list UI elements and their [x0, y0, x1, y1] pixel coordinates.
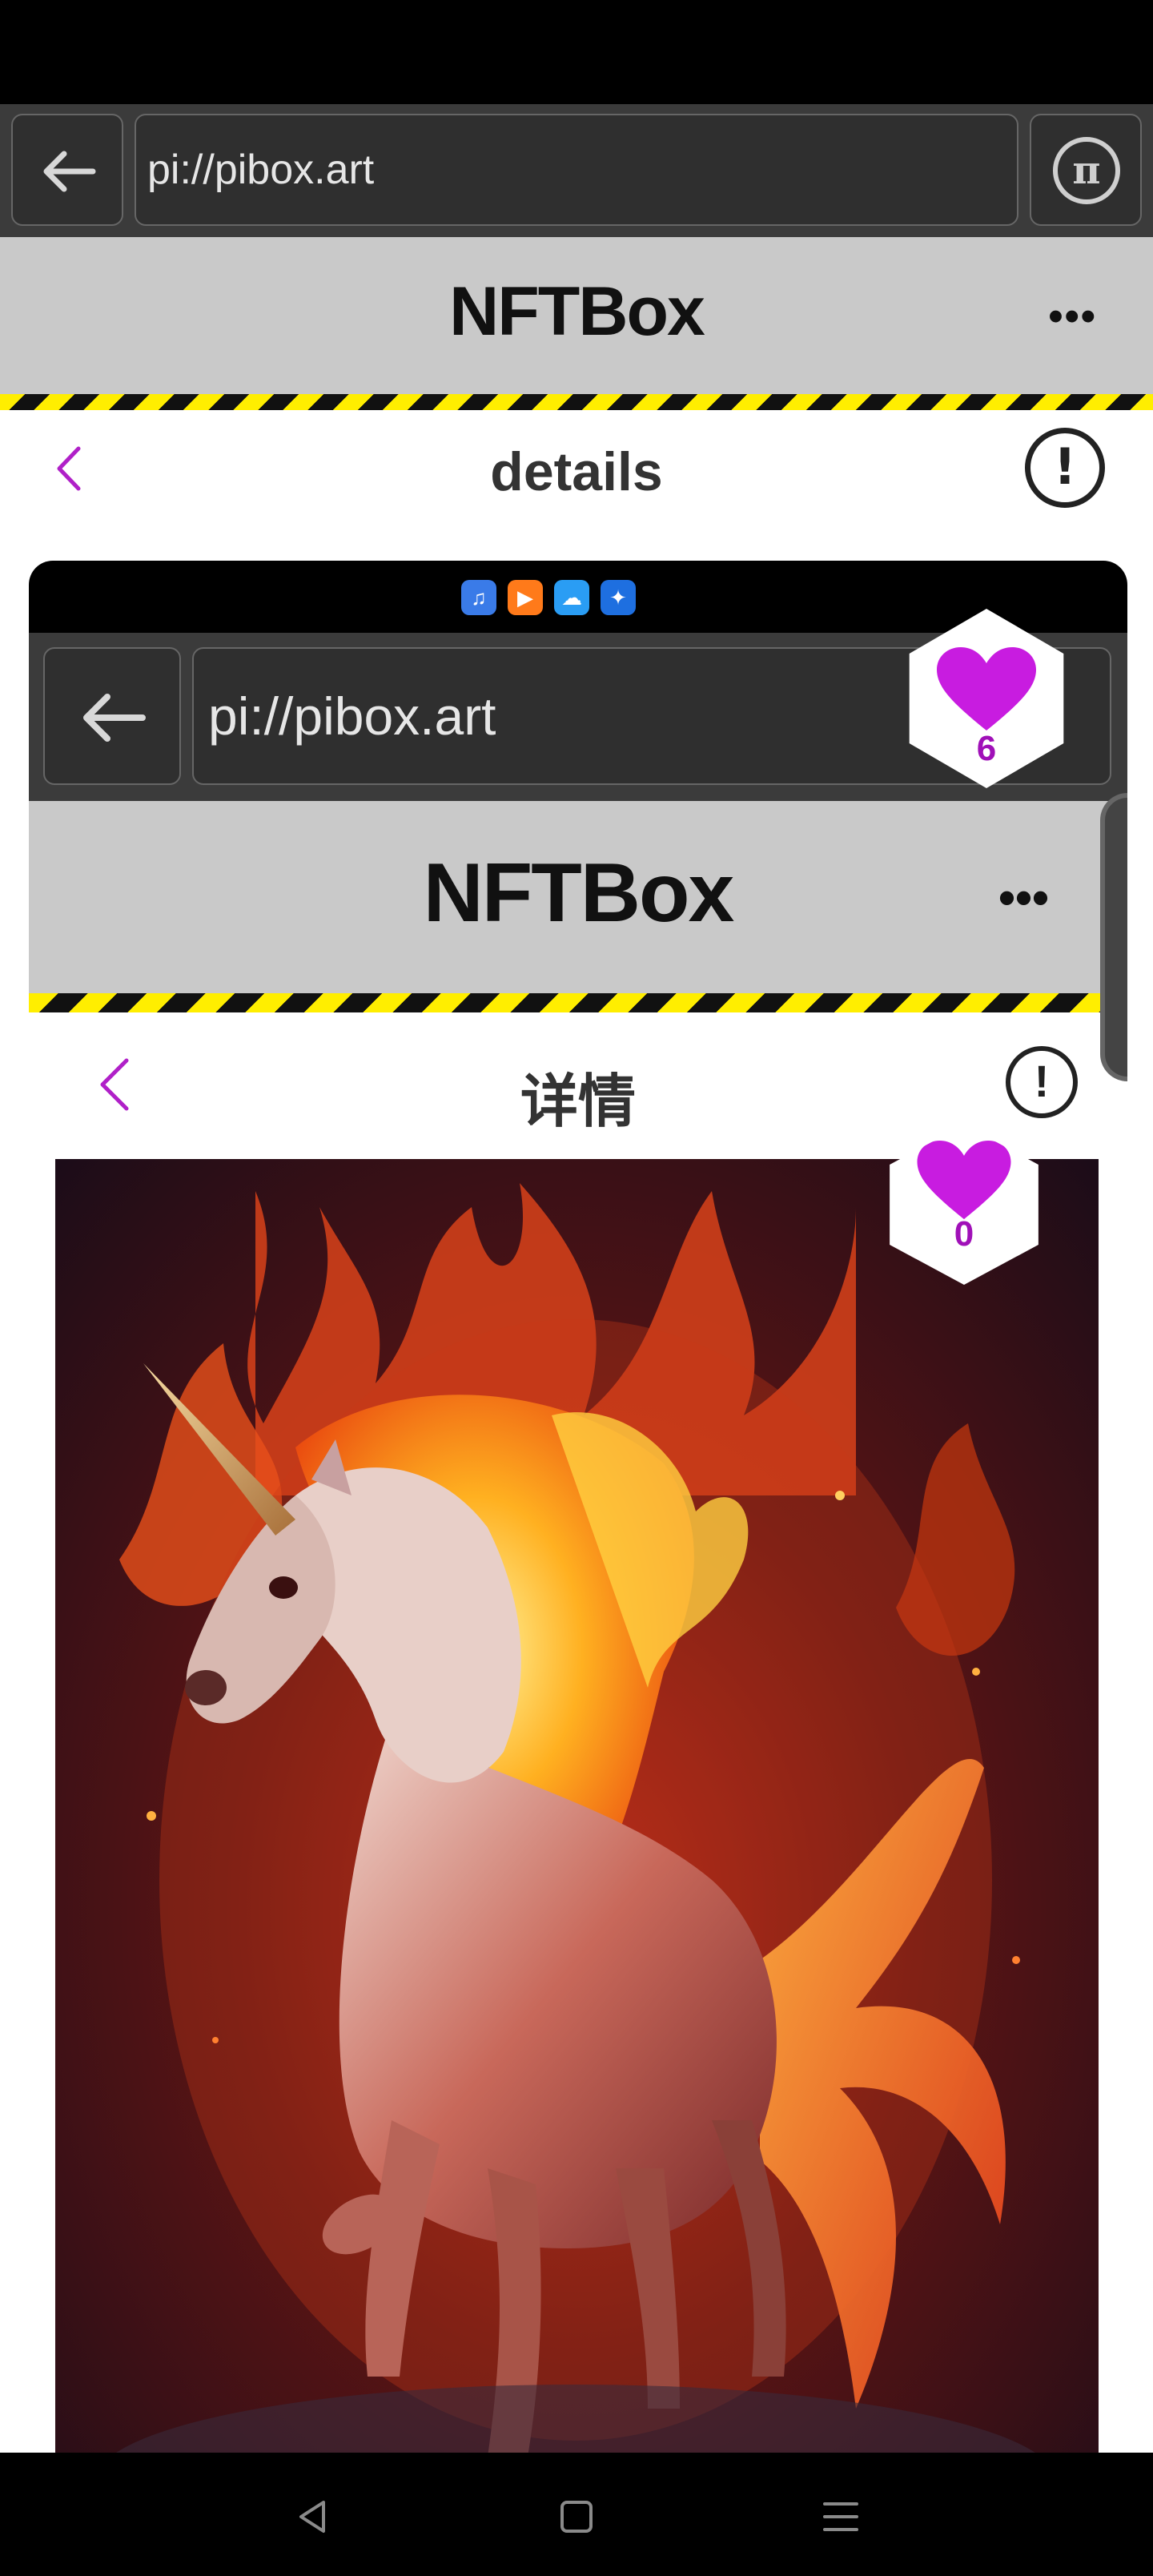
- app-header: NFTBox •••: [0, 237, 1153, 394]
- browser-back-button[interactable]: [11, 114, 123, 226]
- embedded-like-count: 0: [954, 1214, 974, 1254]
- back-arrow-icon: [83, 694, 146, 742]
- back-arrow-icon: [43, 151, 96, 192]
- tips-app-icon: ✦: [601, 580, 636, 615]
- fire-unicorn-illustration: [55, 1159, 1099, 2483]
- nav-back-icon[interactable]: [288, 2493, 336, 2541]
- embedded-app-title: NFTBox: [423, 847, 735, 940]
- artwork-card[interactable]: ♫ ▶ ☁ ✦ pi://pibox.art NFTBox ••• 详情 ! 0: [29, 561, 1127, 2483]
- music-app-icon: ♫: [461, 580, 496, 615]
- pi-browser-button[interactable]: π: [1030, 114, 1142, 226]
- page-subheader: details !: [0, 410, 1153, 535]
- embedded-app-header: NFTBox •••: [29, 801, 1127, 993]
- info-icon[interactable]: !: [1025, 428, 1105, 508]
- nav-menu-icon[interactable]: [817, 2493, 865, 2541]
- cloud-app-icon: ☁: [554, 580, 589, 615]
- nft-artwork-image[interactable]: [55, 1159, 1099, 2483]
- nav-home-icon[interactable]: [552, 2493, 601, 2541]
- more-icon[interactable]: •••: [1048, 296, 1097, 337]
- info-icon: !: [1006, 1046, 1078, 1118]
- system-nav-bar: [0, 2453, 1153, 2576]
- status-bar: [0, 0, 1153, 104]
- address-bar[interactable]: pi://pibox.art: [135, 114, 1018, 226]
- hazard-stripe: [0, 394, 1153, 410]
- embedded-hazard-stripe: [29, 993, 1127, 1012]
- embedded-back-button: [43, 647, 181, 785]
- embedded-status-bar: ♫ ▶ ☁ ✦: [29, 561, 1127, 633]
- embedded-more-icon: •••: [998, 871, 1049, 924]
- video-app-icon: ▶: [508, 580, 543, 615]
- app-title: NFTBox: [449, 273, 705, 350]
- pi-logo-icon: π: [1053, 137, 1120, 204]
- browser-toolbar: pi://pibox.art π: [0, 104, 1153, 237]
- page-title: details: [490, 441, 663, 502]
- notification-tray: ♫ ▶ ☁ ✦: [461, 580, 636, 615]
- heart-icon: [917, 1141, 1011, 1220]
- heart-icon: [937, 647, 1036, 731]
- side-drawer-handle: [1100, 793, 1127, 1081]
